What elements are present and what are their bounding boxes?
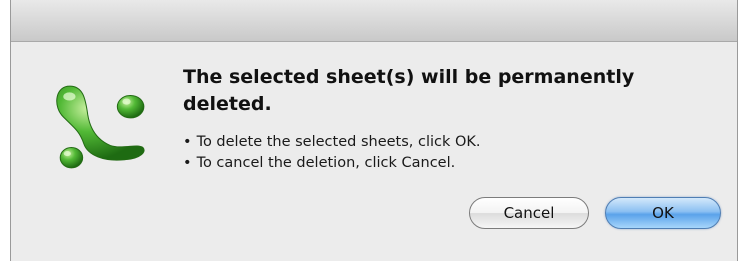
dialog-titlebar[interactable] <box>11 0 737 42</box>
instruction-cancel: To cancel the deletion, click Cancel. <box>183 153 481 174</box>
ok-button[interactable]: OK <box>605 197 721 229</box>
excel-app-icon <box>56 85 145 169</box>
dialog-instructions: To delete the selected sheets, click OK.… <box>183 132 481 174</box>
alert-dialog: The selected sheet(s) will be permanentl… <box>10 0 738 261</box>
cancel-button[interactable]: Cancel <box>469 197 589 229</box>
instruction-delete: To delete the selected sheets, click OK. <box>183 132 481 153</box>
dialog-content: The selected sheet(s) will be permanentl… <box>11 42 737 261</box>
dialog-message-title: The selected sheet(s) will be permanentl… <box>183 66 635 115</box>
